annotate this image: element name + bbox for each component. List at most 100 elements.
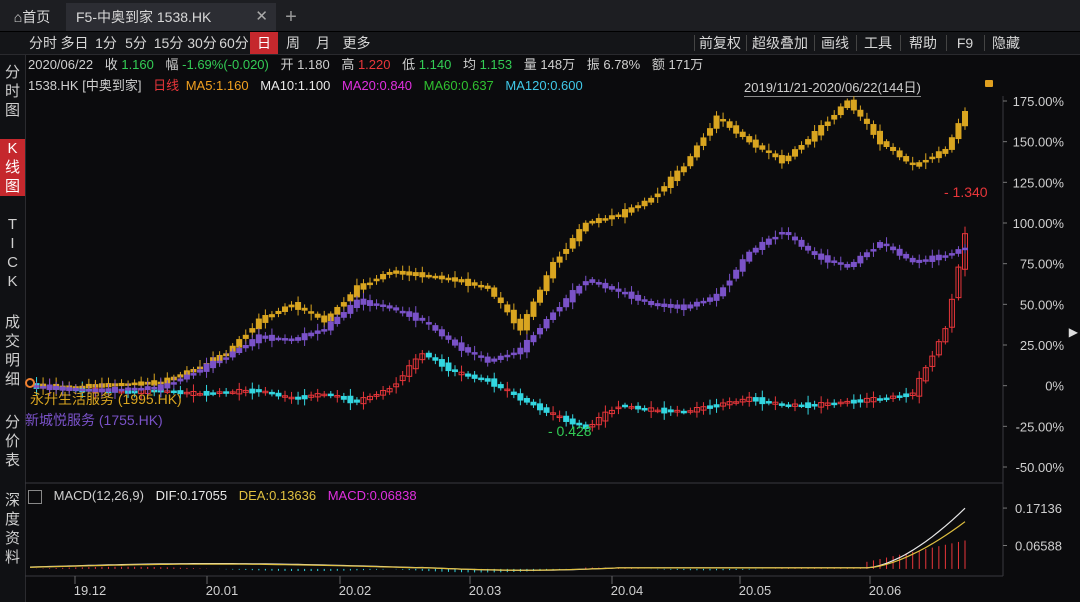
candle-body <box>445 277 452 281</box>
candle-body <box>641 407 648 411</box>
candle-body <box>622 404 628 408</box>
candle-body <box>33 385 40 388</box>
y-tick-label: 50.00% <box>1020 297 1065 312</box>
candle-body <box>942 255 949 258</box>
x-tick-label: 20.03 <box>469 583 502 598</box>
candle-body <box>615 288 622 292</box>
candle-body <box>870 249 877 252</box>
candle-body <box>680 410 687 414</box>
candle-body <box>811 251 818 256</box>
candle-body <box>778 403 785 406</box>
x-tick-label: 20.06 <box>869 583 902 598</box>
candle-body <box>380 304 387 307</box>
candle-body <box>347 294 354 302</box>
candle-body <box>373 303 380 306</box>
x-tick-label: 20.01 <box>206 583 239 598</box>
candle-body <box>458 342 465 351</box>
candle-body <box>661 303 668 308</box>
candle-body <box>707 297 713 302</box>
candle-body <box>295 396 302 400</box>
candle-body <box>563 298 570 308</box>
candle-body <box>380 274 387 280</box>
candle-body <box>883 397 890 401</box>
candle-body <box>733 269 740 279</box>
candle-body <box>857 109 864 117</box>
candle-body <box>262 315 269 323</box>
candle-body <box>144 386 151 391</box>
candle-body <box>131 387 138 391</box>
candle-body <box>275 337 282 341</box>
candle-body <box>484 285 491 289</box>
candle-body <box>733 125 740 134</box>
candle-body <box>386 305 393 309</box>
candle-body <box>458 279 465 283</box>
candle-body <box>602 218 609 221</box>
candle-body <box>667 176 674 188</box>
candle-body <box>680 304 687 311</box>
candle-body <box>844 263 851 268</box>
candle-body <box>53 386 60 390</box>
candle-body <box>432 357 439 361</box>
candle-body <box>608 286 615 290</box>
candle-body <box>497 384 504 389</box>
candle-body <box>798 404 805 408</box>
candle-body <box>471 352 478 355</box>
candle-body <box>641 200 648 207</box>
candle-body <box>903 156 910 162</box>
candle-body <box>517 393 524 401</box>
candle-body <box>425 322 432 325</box>
candle-body <box>419 272 426 278</box>
candle-body <box>890 146 897 152</box>
candle-body <box>595 218 602 224</box>
candle-body <box>314 330 321 334</box>
candle-body <box>510 391 517 396</box>
candle-body <box>491 287 498 297</box>
candle-body <box>301 333 308 341</box>
candle-body <box>40 386 47 389</box>
candle-body <box>563 415 570 422</box>
candle-body <box>412 312 419 321</box>
candle-body <box>648 300 655 306</box>
candle-body <box>955 123 962 140</box>
candle-body <box>831 114 838 120</box>
candle-body <box>916 162 923 167</box>
candle-body <box>863 252 870 258</box>
candle-body <box>746 251 753 262</box>
candle-body <box>674 170 681 182</box>
candle-body <box>837 106 844 116</box>
candle-body <box>693 301 700 307</box>
candle-body <box>929 255 936 262</box>
candle-body <box>530 401 537 406</box>
candle-body <box>680 166 687 173</box>
y-tick-label: 100.00% <box>1013 216 1065 231</box>
kline-chart[interactable]: 175.00% 150.00% 125.00% 100.00% 75.00% 50.00%… <box>0 0 1080 602</box>
candle-body <box>916 259 923 263</box>
dea-line <box>29 521 966 571</box>
candle-body <box>295 337 302 341</box>
candle-body <box>752 139 759 148</box>
candle-body <box>523 314 530 331</box>
candle-body <box>236 348 243 354</box>
candle-body <box>896 248 903 256</box>
candle-body <box>425 274 432 278</box>
candle-body <box>877 242 883 248</box>
candle-body <box>340 312 347 318</box>
candle-body <box>510 309 517 324</box>
candle-body <box>367 300 373 306</box>
candle-body <box>661 186 668 192</box>
candle-body <box>491 378 498 387</box>
candle-body <box>537 327 543 335</box>
candle-body <box>242 344 249 349</box>
candle-body <box>216 360 223 364</box>
candle-body <box>785 232 792 236</box>
candle-body <box>602 282 609 289</box>
candle-body <box>792 236 798 241</box>
candle-body <box>608 215 615 220</box>
candle-body <box>759 397 766 405</box>
candle-body <box>367 282 373 286</box>
candle-body <box>321 329 328 332</box>
candle-body <box>824 121 831 126</box>
y-tick-label: 125.00% <box>1013 175 1065 190</box>
candle-body <box>857 255 864 264</box>
candle-body <box>805 402 812 409</box>
